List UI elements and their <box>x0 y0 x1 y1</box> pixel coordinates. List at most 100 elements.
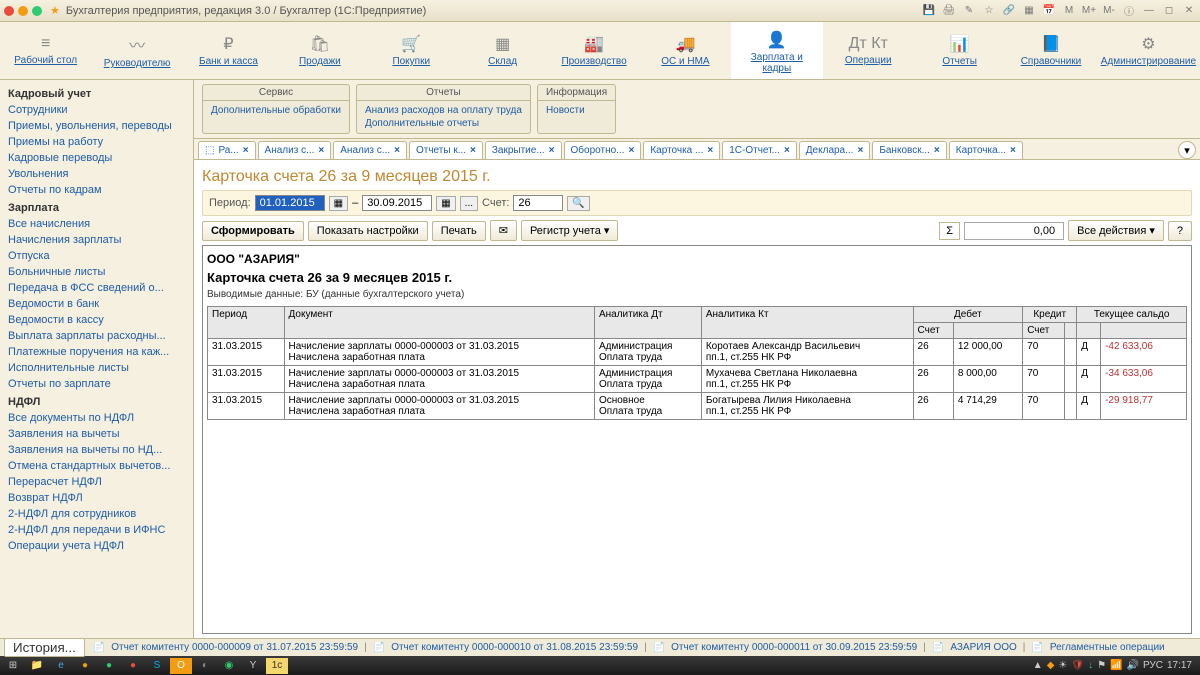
date-from-input[interactable] <box>255 195 325 211</box>
sidebar-item[interactable]: Кадровые переводы <box>0 150 193 166</box>
favorite-icon[interactable]: ☆ <box>982 4 996 18</box>
report-body[interactable]: ООО "АЗАРИЯ" Карточка счета 26 за 9 меся… <box>202 245 1192 634</box>
tab[interactable]: Деклара...× <box>799 141 871 159</box>
sidebar-item[interactable]: Все начисления <box>0 216 193 232</box>
maximize-icon[interactable] <box>32 6 42 16</box>
statusbar-link[interactable]: Отчет комитенту 0000-000011 от 30.09.201… <box>671 642 917 653</box>
nav-item[interactable]: 📘Справочники <box>1005 22 1096 79</box>
tab[interactable]: Банковск...× <box>872 141 946 159</box>
tab-close-icon[interactable]: × <box>934 145 940 156</box>
statusbar-link[interactable]: АЗАРИЯ ООО <box>950 642 1016 653</box>
statusbar-link[interactable]: Отчет комитенту 0000-000009 от 31.07.201… <box>111 642 358 653</box>
sidebar-item[interactable]: Ведомости в кассу <box>0 312 193 328</box>
tab-close-icon[interactable]: × <box>629 145 635 156</box>
link-icon[interactable]: 🔗 <box>1002 4 1016 18</box>
sidebar-item[interactable]: Исполнительные листы <box>0 360 193 376</box>
service-link[interactable]: Анализ расходов на оплату труда <box>365 104 522 117</box>
form-button[interactable]: Сформировать <box>202 221 304 241</box>
max-icon[interactable]: ◻ <box>1162 4 1176 18</box>
sidebar-item[interactable]: Начисления зарплаты <box>0 232 193 248</box>
tab-close-icon[interactable]: × <box>243 145 249 156</box>
m-icon[interactable]: M <box>1062 4 1076 18</box>
sidebar-item[interactable]: Заявления на вычеты <box>0 426 193 442</box>
skype-icon[interactable]: S <box>146 658 168 674</box>
period-select-button[interactable]: ... <box>460 196 478 211</box>
tab[interactable]: ⬚Ра...× <box>198 141 256 159</box>
sidebar-item[interactable]: Отчеты по зарплате <box>0 376 193 392</box>
statusbar-link[interactable]: Регламентные операции <box>1050 642 1165 653</box>
calendar-icon[interactable]: 📅 <box>1042 4 1056 18</box>
nav-item[interactable]: 🏭Производство <box>548 22 639 79</box>
tray-icon[interactable]: ☀ <box>1058 660 1067 671</box>
nav-item[interactable]: 🛍Продажи <box>274 22 365 79</box>
calendar-from-icon[interactable]: ▦ <box>329 196 348 211</box>
tab[interactable]: Закрытие...× <box>485 141 562 159</box>
explorer-icon[interactable]: 📁 <box>26 658 48 674</box>
sidebar-item[interactable]: Сотрудники <box>0 102 193 118</box>
sidebar-item[interactable]: Операции учета НДФЛ <box>0 538 193 554</box>
nav-item[interactable]: ▦Склад <box>457 22 548 79</box>
tab-close-icon[interactable]: × <box>318 145 324 156</box>
ie-icon[interactable]: e <box>50 658 72 674</box>
tab[interactable]: Оборотно...× <box>564 141 642 159</box>
nav-item[interactable]: ⚙Администрирование <box>1097 22 1200 79</box>
tray-icon[interactable]: ⚑ <box>1097 660 1106 671</box>
tray-icon[interactable]: ◆ <box>1047 660 1055 671</box>
nav-item[interactable]: 📊Отчеты <box>914 22 1005 79</box>
app1-icon[interactable]: ● <box>74 658 96 674</box>
minimize-icon[interactable] <box>18 6 28 16</box>
sidebar-item[interactable]: Перерасчет НДФЛ <box>0 474 193 490</box>
tab-close-icon[interactable]: × <box>470 145 476 156</box>
service-link[interactable]: Новости <box>546 104 607 117</box>
service-link[interactable]: Дополнительные обработки <box>211 104 341 117</box>
1c-icon[interactable]: 1c <box>266 658 288 674</box>
sidebar-item[interactable]: Больничные листы <box>0 264 193 280</box>
table-row[interactable]: 31.03.2015 Начисление зарплаты 0000-0000… <box>208 393 1187 420</box>
save-icon[interactable]: 💾 <box>922 4 936 18</box>
nav-item[interactable]: 〰Руководителю <box>91 22 182 79</box>
clock[interactable]: 17:17 <box>1167 660 1192 671</box>
tab-overflow-button[interactable]: ▾ <box>1178 141 1196 159</box>
help-button[interactable]: ? <box>1168 221 1192 241</box>
service-link[interactable]: Дополнительные отчеты <box>365 117 522 130</box>
info-icon[interactable]: ⓘ <box>1122 4 1136 18</box>
tray-icon[interactable]: ▲ <box>1033 660 1043 671</box>
app6-icon[interactable]: ◉ <box>218 658 240 674</box>
print-button[interactable]: Печать <box>432 221 486 241</box>
calc-icon[interactable]: ▦ <box>1022 4 1036 18</box>
account-lookup-icon[interactable]: 🔍 <box>567 196 589 211</box>
m-plus-icon[interactable]: M+ <box>1082 4 1096 18</box>
sidebar-item[interactable]: Увольнения <box>0 166 193 182</box>
nav-item[interactable]: 🛒Покупки <box>366 22 457 79</box>
mail-button[interactable]: ✉ <box>490 220 517 241</box>
sidebar-item[interactable]: Все документы по НДФЛ <box>0 410 193 426</box>
network-icon[interactable]: 📶 <box>1110 660 1122 671</box>
close-win-icon[interactable]: ✕ <box>1182 4 1196 18</box>
sidebar-item[interactable]: 2-НДФЛ для сотрудников <box>0 506 193 522</box>
statusbar-link[interactable]: Отчет комитенту 0000-000010 от 31.08.201… <box>391 642 638 653</box>
sigma-icon[interactable]: Σ <box>939 222 960 240</box>
tray-icon[interactable]: 🛡 <box>1071 660 1084 671</box>
app5-icon[interactable]: ◐ <box>194 658 216 674</box>
app7-icon[interactable]: Y <box>242 658 264 674</box>
settings-button[interactable]: Показать настройки <box>308 221 428 241</box>
tray-icon[interactable]: ↓ <box>1088 660 1093 671</box>
tab[interactable]: Анализ с...× <box>333 141 407 159</box>
start-button[interactable]: ⊞ <box>2 658 24 674</box>
tab[interactable]: 1С-Отчет...× <box>722 141 797 159</box>
print-icon[interactable]: 🖨 <box>942 4 956 18</box>
table-row[interactable]: 31.03.2015 Начисление зарплаты 0000-0000… <box>208 366 1187 393</box>
tab-close-icon[interactable]: × <box>549 145 555 156</box>
lang-indicator[interactable]: РУС <box>1143 660 1163 671</box>
sidebar-item[interactable]: Платежные поручения на каж... <box>0 344 193 360</box>
tab[interactable]: Анализ с...× <box>258 141 332 159</box>
sidebar-item[interactable]: Ведомости в банк <box>0 296 193 312</box>
tab[interactable]: Карточка ...× <box>643 141 720 159</box>
table-row[interactable]: 31.03.2015 Начисление зарплаты 0000-0000… <box>208 339 1187 366</box>
min-icon[interactable]: — <box>1142 4 1156 18</box>
tab-close-icon[interactable]: × <box>394 145 400 156</box>
star-icon[interactable]: ★ <box>50 4 60 17</box>
tool-icon[interactable]: ✎ <box>962 4 976 18</box>
close-icon[interactable] <box>4 6 14 16</box>
tab[interactable]: Карточка...× <box>949 141 1023 159</box>
